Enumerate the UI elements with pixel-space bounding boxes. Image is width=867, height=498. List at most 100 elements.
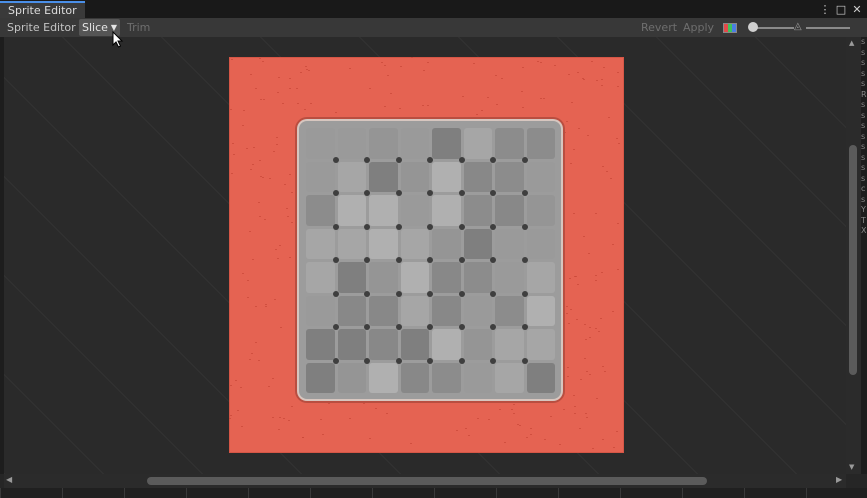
- sand-speckle: [473, 63, 476, 65]
- sand-speckle: [521, 67, 524, 69]
- sand-speckle: [380, 61, 383, 63]
- sand-speckle: [598, 331, 601, 333]
- trim-button[interactable]: Trim: [124, 19, 153, 36]
- rgb-channel-toggle-icon[interactable]: [723, 23, 737, 33]
- sand-speckle: [320, 419, 323, 421]
- sand-speckle: [561, 216, 564, 218]
- stone-tile: [495, 228, 524, 259]
- close-icon[interactable]: ✕: [851, 2, 863, 16]
- sand-speckle: [310, 103, 313, 105]
- tile-joint: [490, 257, 496, 263]
- sprite-canvas-viewport[interactable]: [4, 37, 846, 474]
- horizontal-scrollbar[interactable]: ◀ ▶: [4, 474, 846, 488]
- tile-joint: [395, 290, 402, 297]
- tile-joint: [364, 223, 370, 230]
- sand-speckle: [243, 110, 246, 112]
- sand-speckle: [286, 208, 289, 210]
- sand-speckle: [477, 418, 480, 420]
- sand-speckle: [251, 164, 254, 166]
- sand-speckle: [262, 60, 265, 62]
- sand-speckle: [348, 418, 351, 419]
- scroll-up-icon[interactable]: ▲: [849, 39, 854, 47]
- sand-speckle: [276, 136, 279, 138]
- sand-speckle: [519, 424, 522, 426]
- sand-speckle: [573, 394, 576, 396]
- stone-tile: [369, 161, 398, 192]
- maximize-icon[interactable]: □: [835, 2, 847, 16]
- tile-joint: [427, 223, 433, 230]
- sand-speckle: [464, 427, 467, 429]
- sand-speckle: [263, 218, 266, 220]
- more-options-icon[interactable]: ⋮: [819, 2, 831, 16]
- sand-speckle: [258, 57, 261, 59]
- scroll-left-icon[interactable]: ◀: [6, 475, 12, 484]
- apply-button[interactable]: Apply: [680, 19, 717, 36]
- tile-joint: [427, 190, 433, 196]
- stone-tile: [432, 362, 461, 393]
- tile-joint: [364, 357, 370, 364]
- sand-speckle: [565, 120, 568, 122]
- sand-speckle: [230, 414, 233, 416]
- sand-speckle: [362, 402, 365, 404]
- sand-speckle: [275, 143, 278, 145]
- sand-speckle: [602, 439, 605, 441]
- tile-joint: [458, 357, 465, 364]
- sand-speckle: [383, 65, 386, 67]
- vertical-scrollbar[interactable]: ▲ ▼: [846, 37, 861, 474]
- sand-speckle: [246, 297, 249, 299]
- tile-joint: [332, 324, 339, 330]
- horizontal-scroll-thumb[interactable]: [147, 477, 707, 485]
- sand-speckle: [273, 298, 276, 300]
- sprite-texture[interactable]: [229, 57, 624, 453]
- scroll-right-icon[interactable]: ▶: [836, 475, 842, 484]
- zoom-slider-handle[interactable]: [748, 22, 758, 32]
- mode-dropdown[interactable]: Sprite Editor▼: [4, 19, 88, 36]
- sand-speckle: [297, 102, 300, 104]
- sand-speckle: [511, 409, 514, 411]
- stone-tile: [306, 195, 335, 226]
- stone-tile: [432, 329, 461, 360]
- sand-speckle: [423, 69, 426, 71]
- mip-slider-track[interactable]: [806, 27, 850, 29]
- sand-speckle: [279, 326, 282, 328]
- revert-button[interactable]: Revert: [638, 19, 680, 36]
- tile-joint: [395, 223, 402, 230]
- stone-tile: [306, 128, 335, 159]
- sand-speckle: [230, 59, 233, 61]
- sand-speckle: [582, 236, 585, 238]
- sand-speckle: [553, 65, 556, 67]
- sand-speckle: [583, 78, 586, 80]
- sand-speckle: [241, 124, 244, 126]
- sand-speckle: [269, 177, 272, 179]
- sand-speckle: [558, 444, 561, 446]
- zoom-slider-track[interactable]: [754, 27, 794, 29]
- sand-speckle: [587, 253, 590, 255]
- slice-dropdown-label: Slice: [82, 21, 108, 34]
- stone-tile: [306, 228, 335, 259]
- sand-speckle: [368, 88, 371, 90]
- sand-speckle: [589, 326, 592, 328]
- vertical-scroll-thumb[interactable]: [849, 145, 857, 375]
- sand-speckle: [272, 417, 275, 419]
- stone-tile: [463, 362, 492, 393]
- sand-speckle: [260, 99, 263, 101]
- stone-tile: [463, 295, 492, 326]
- sand-speckle: [566, 375, 569, 377]
- stone-tile: [400, 329, 429, 360]
- stone-tile: [337, 228, 366, 259]
- sand-speckle: [616, 222, 619, 224]
- sand-speckle: [398, 107, 401, 109]
- tile-joint: [364, 290, 370, 297]
- sand-speckle: [542, 98, 545, 100]
- tile-joint: [458, 190, 465, 196]
- tab-sprite-editor[interactable]: Sprite Editor: [0, 1, 85, 18]
- sand-speckle: [267, 386, 270, 388]
- sand-speckle: [540, 97, 543, 99]
- sand-speckle: [475, 113, 478, 115]
- scroll-down-icon[interactable]: ▼: [849, 463, 854, 471]
- sand-speckle: [521, 107, 524, 109]
- sand-speckle: [583, 323, 586, 325]
- tile-joint: [332, 190, 339, 196]
- sand-speckle: [521, 91, 524, 93]
- stone-tile: [526, 228, 555, 259]
